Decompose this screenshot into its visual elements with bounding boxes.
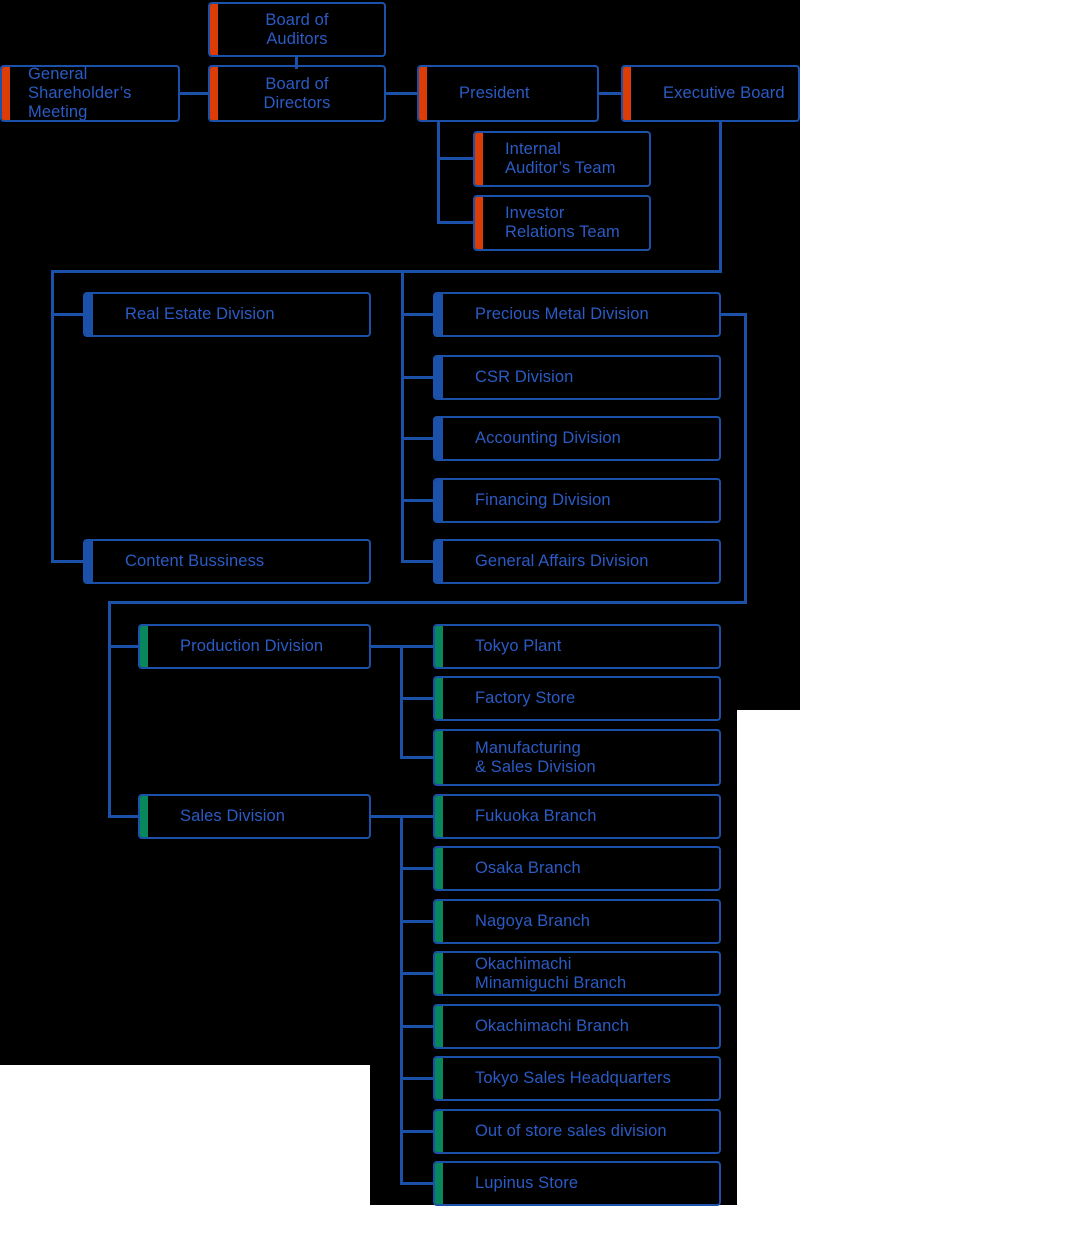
- connector-left-content-bussiness: [51, 560, 85, 563]
- connector-sales-out: [371, 815, 403, 818]
- connector-exec-main-bus-vertical: [719, 120, 722, 272]
- node-label: President: [459, 84, 530, 102]
- connector-ops-production: [108, 645, 140, 648]
- node-label: Financing Division: [475, 491, 611, 509]
- node-okachimachi-branch[interactable]: Okachimachi Branch: [433, 1004, 721, 1049]
- connector-production-manufacturing: [400, 756, 434, 759]
- connector-bod-president: [385, 92, 418, 95]
- node-nagoya-branch[interactable]: Nagoya Branch: [433, 899, 721, 944]
- connector-president-exec: [598, 92, 623, 95]
- node-osaka-branch[interactable]: Osaka Branch: [433, 846, 721, 891]
- node-board-of-directors[interactable]: Board of Directors: [208, 65, 386, 122]
- connector-right-wrap-horizontal-bottom: [108, 601, 747, 604]
- connector-sales-okachimachi-minamiguchi: [400, 972, 434, 975]
- node-label: Nagoya Branch: [475, 912, 591, 930]
- node-investor-relations-team[interactable]: Investor Relations Team: [473, 195, 651, 251]
- node-production-division[interactable]: Production Division: [138, 624, 371, 669]
- connector-center-precious-metal: [401, 313, 435, 316]
- node-label: Factory Store: [475, 689, 576, 707]
- connector-production-out: [371, 645, 403, 648]
- connector-center-general-affairs: [401, 560, 435, 563]
- node-csr-division[interactable]: CSR Division: [433, 355, 721, 400]
- node-okachimachi-minamiguchi-branch[interactable]: Okachimachi Minamiguchi Branch: [433, 951, 721, 996]
- node-manufacturing-sales-division[interactable]: Manufacturing & Sales Division: [433, 729, 721, 786]
- connector-production-tokyo-plant: [400, 645, 434, 648]
- connector-sales-out-of-store: [400, 1130, 434, 1133]
- node-label: Tokyo Plant: [475, 637, 562, 655]
- node-real-estate-division[interactable]: Real Estate Division: [83, 292, 371, 337]
- connector-left-real-estate: [51, 313, 85, 316]
- production-children-bus: [400, 645, 403, 758]
- node-label: CSR Division: [475, 368, 574, 386]
- node-label: Sales Division: [180, 807, 286, 825]
- node-label: Lupinus Store: [475, 1174, 579, 1192]
- node-board-of-auditors[interactable]: Board of Auditors: [208, 2, 386, 57]
- connector-president-teams-vertical: [437, 120, 440, 224]
- node-label: Precious Metal Division: [475, 305, 649, 323]
- node-label: Investor Relations Team: [505, 204, 620, 241]
- sales-children-bus: [400, 815, 403, 1183]
- org-chart: Board of Auditors General Shareholder’s …: [0, 0, 1080, 1258]
- connector-sales-fukuoka: [400, 815, 434, 818]
- node-label: Board of Auditors: [265, 10, 329, 48]
- node-executive-board[interactable]: Executive Board: [621, 65, 800, 122]
- connector-sales-lupinus: [400, 1182, 434, 1185]
- node-label: Tokyo Sales Headquarters: [475, 1069, 671, 1087]
- connector-right-wrap-horizontal-top: [719, 313, 747, 316]
- connector-center-financing: [401, 499, 435, 502]
- connector-center-accounting: [401, 437, 435, 440]
- node-lupinus-store[interactable]: Lupinus Store: [433, 1161, 721, 1206]
- node-fukuoka-branch[interactable]: Fukuoka Branch: [433, 794, 721, 839]
- connector-production-factory-store: [400, 697, 434, 700]
- node-general-affairs-division[interactable]: General Affairs Division: [433, 539, 721, 584]
- main-horizontal-bus: [51, 270, 722, 273]
- node-label: General Shareholder’s Meeting: [28, 65, 132, 121]
- node-financing-division[interactable]: Financing Division: [433, 478, 721, 523]
- node-label: General Affairs Division: [475, 552, 649, 570]
- connector-sales-nagoya: [400, 920, 434, 923]
- node-factory-store[interactable]: Factory Store: [433, 676, 721, 721]
- node-label: Content Bussiness: [125, 552, 265, 570]
- connector-sales-osaka: [400, 867, 434, 870]
- node-internal-auditors-team[interactable]: Internal Auditor’s Team: [473, 131, 651, 187]
- node-accounting-division[interactable]: Accounting Division: [433, 416, 721, 461]
- node-president[interactable]: President: [417, 65, 599, 122]
- node-label: Accounting Division: [475, 429, 621, 447]
- node-label: Real Estate Division: [125, 305, 275, 323]
- node-content-bussiness[interactable]: Content Bussiness: [83, 539, 371, 584]
- node-general-shareholders-meeting[interactable]: General Shareholder’s Meeting: [0, 65, 180, 122]
- node-label: Fukuoka Branch: [475, 807, 597, 825]
- node-label: Okachimachi Branch: [475, 1017, 630, 1035]
- connector-ops-sales: [108, 815, 140, 818]
- connector-center-csr: [401, 376, 435, 379]
- connector-sales-tokyo-hq: [400, 1077, 434, 1080]
- node-label: Production Division: [180, 637, 324, 655]
- node-out-of-store-sales-division[interactable]: Out of store sales division: [433, 1109, 721, 1154]
- node-label: Board of Directors: [263, 74, 331, 112]
- node-label: Manufacturing & Sales Division: [475, 738, 596, 776]
- node-label: Okachimachi Minamiguchi Branch: [475, 954, 627, 992]
- operations-column-bus: [108, 601, 111, 818]
- connector-sales-okachimachi: [400, 1025, 434, 1028]
- node-label: Out of store sales division: [475, 1122, 667, 1140]
- connector-president-investor-relations: [437, 221, 475, 224]
- node-precious-metal-division[interactable]: Precious Metal Division: [433, 292, 721, 337]
- node-tokyo-plant[interactable]: Tokyo Plant: [433, 624, 721, 669]
- node-sales-division[interactable]: Sales Division: [138, 794, 371, 839]
- node-label: Osaka Branch: [475, 859, 581, 877]
- connector-president-internal-audit: [437, 157, 475, 160]
- connector-right-wrap-vertical: [744, 313, 747, 603]
- node-tokyo-sales-headquarters[interactable]: Tokyo Sales Headquarters: [433, 1056, 721, 1101]
- node-label: Internal Auditor’s Team: [505, 140, 616, 177]
- node-label: Executive Board: [663, 84, 785, 102]
